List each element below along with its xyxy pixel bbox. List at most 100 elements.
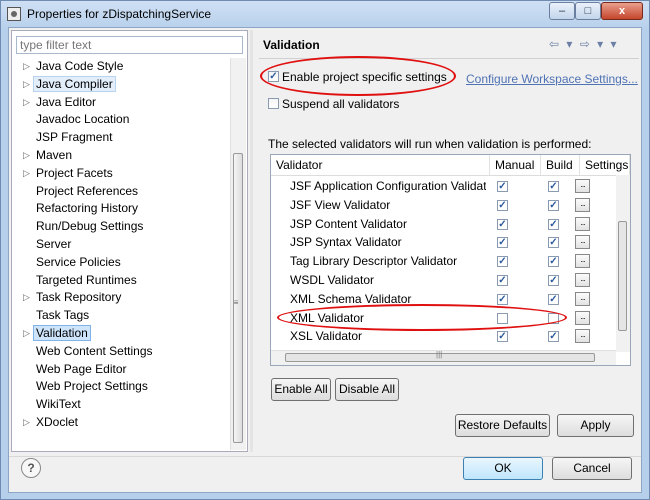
expand-arrow-icon[interactable]: ▷ <box>23 165 30 183</box>
expand-arrow-icon[interactable]: ▷ <box>23 289 30 307</box>
tree-item[interactable]: Project References <box>12 183 232 201</box>
build-checkbox[interactable]: ✓ <box>548 275 559 286</box>
tree-item[interactable]: JSP Fragment <box>12 129 232 147</box>
table-row[interactable]: JSF View Validator ✓ ✓... <box>271 196 616 215</box>
scroll-grip-icon: ≡ <box>233 298 239 307</box>
tree-item[interactable]: WikiText <box>12 396 232 414</box>
apply-button[interactable]: Apply <box>557 414 634 437</box>
manual-checkbox[interactable]: ✓ <box>497 218 508 230</box>
tree-item-label: Service Policies <box>36 254 121 269</box>
table-vertical-scrollbar[interactable] <box>616 175 630 352</box>
build-checkbox[interactable]: ✓ <box>548 199 559 211</box>
column-header-manual[interactable]: Manual <box>490 155 541 175</box>
help-icon[interactable]: ? <box>21 458 41 478</box>
settings-button[interactable]: ... <box>575 329 590 344</box>
page-nav-arrows-icon[interactable]: ⇦ ▾ ⇨ ▾ ▾ <box>549 37 619 51</box>
preference-tree: ▷ Java Code Style ▷ Java Compiler ▷ Java Edit… <box>12 58 232 432</box>
pane-sash[interactable] <box>250 30 253 452</box>
suspend-all-checkbox[interactable] <box>268 98 279 109</box>
expand-arrow-icon[interactable]: ▷ <box>23 94 30 112</box>
tree-item[interactable]: Web Project Settings <box>12 378 232 396</box>
tree-item[interactable]: Targeted Runtimes <box>12 272 232 290</box>
manual-checkbox[interactable]: ✓ <box>497 275 508 286</box>
manual-checkbox[interactable]: ✓ <box>497 181 508 192</box>
table-header: Validator Manual Build Settings <box>271 155 630 176</box>
build-checkbox[interactable]: ✓ <box>548 237 559 249</box>
column-header-build[interactable]: Build <box>541 155 580 175</box>
manual-checkbox[interactable]: ✓ <box>497 293 508 305</box>
tree-item[interactable]: Refactoring History <box>12 200 232 218</box>
tree-item[interactable]: Task Tags <box>12 307 232 325</box>
settings-button[interactable]: ... <box>575 310 590 325</box>
manual-checkbox[interactable]: ✓ <box>497 331 508 343</box>
tree-item-label: JSP Fragment <box>36 130 113 145</box>
table-row[interactable]: JSP Content Validator ✓ ✓... <box>271 215 616 234</box>
column-header-settings[interactable]: Settings <box>580 155 630 175</box>
manual-checkbox[interactable]: ✓ <box>497 237 508 249</box>
build-checkbox[interactable]: ✓ <box>548 181 559 192</box>
tree-item-label: Run/Debug Settings <box>36 219 144 234</box>
validators-table: Validator Manual Build Settings JSF Appl… <box>270 154 631 366</box>
tree-item-label: Project Facets <box>36 165 113 180</box>
minimize-button[interactable]: – <box>549 2 575 20</box>
tree-item[interactable]: ▷ Validation <box>12 324 232 343</box>
settings-button[interactable]: ... <box>575 235 590 250</box>
cancel-button[interactable]: Cancel <box>552 457 632 480</box>
settings-button[interactable]: ... <box>575 179 590 193</box>
build-checkbox[interactable]: ✓ <box>548 256 559 268</box>
tree-item[interactable]: ▷ Maven <box>12 147 232 165</box>
disable-all-button[interactable]: Disable All <box>335 378 399 401</box>
settings-button[interactable]: ... <box>575 197 590 212</box>
tree-scrollbar[interactable]: ≡ <box>230 58 246 450</box>
tree-item-label: Targeted Runtimes <box>36 272 137 287</box>
restore-defaults-button[interactable]: Restore Defaults <box>455 414 550 437</box>
table-vscroll-thumb[interactable] <box>618 221 627 331</box>
table-hscroll-thumb[interactable]: ||| <box>285 350 595 362</box>
expand-arrow-icon[interactable]: ▷ <box>23 325 30 343</box>
tree-item-label: XDoclet <box>36 414 79 429</box>
settings-button[interactable]: ... <box>575 273 590 287</box>
maximize-button[interactable]: □ <box>575 2 601 20</box>
expand-arrow-icon[interactable]: ▷ <box>23 76 30 94</box>
tree-item[interactable]: ▷ Java Code Style <box>12 58 232 76</box>
tree-item[interactable]: ▷ Java Editor <box>12 94 232 112</box>
manual-checkbox[interactable]: ✓ <box>497 256 508 268</box>
tree-item[interactable]: Run/Debug Settings <box>12 218 232 236</box>
table-row[interactable]: JSP Syntax Validator ✓ ✓... <box>271 233 616 252</box>
expand-arrow-icon[interactable]: ▷ <box>23 147 30 165</box>
ok-button[interactable]: OK <box>463 457 543 480</box>
build-checkbox[interactable]: ✓ <box>548 218 559 230</box>
tree-item-label: Java Compiler <box>33 75 116 92</box>
tree-item[interactable]: Javadoc Location <box>12 111 232 129</box>
build-checkbox[interactable]: ✓ <box>548 331 559 343</box>
configure-workspace-link[interactable]: Configure Workspace Settings... <box>466 72 638 86</box>
page-title: Validation <box>263 38 320 52</box>
tree-item[interactable]: ▷ XDoclet <box>12 414 232 432</box>
title-bar[interactable]: Properties for zDispatchingService – □ x <box>1 1 649 27</box>
table-horizontal-scrollbar[interactable]: ||| <box>271 350 616 365</box>
tree-item[interactable]: ▷ Task Repository <box>12 289 232 307</box>
table-row[interactable]: Tag Library Descriptor Validator ✓ ✓... <box>271 252 616 271</box>
table-row[interactable]: JSF Application Configuration Validator ✓… <box>271 177 616 196</box>
filter-input[interactable]: type filter text <box>16 36 243 54</box>
tree-item[interactable]: Web Content Settings <box>12 343 232 361</box>
tree-item[interactable]: ▷ Project Facets <box>12 165 232 183</box>
tree-item-label: Maven <box>36 147 73 162</box>
tree-item[interactable]: Server <box>12 236 232 254</box>
enable-all-button[interactable]: Enable All <box>271 378 331 401</box>
manual-checkbox[interactable]: ✓ <box>497 199 508 211</box>
tree-item-label: Web Project Settings <box>36 379 148 394</box>
settings-button[interactable]: ... <box>575 254 590 269</box>
build-checkbox[interactable]: ✓ <box>548 293 559 305</box>
column-header-validator[interactable]: Validator <box>271 155 490 175</box>
tree-item[interactable]: Web Page Editor <box>12 361 232 379</box>
close-button[interactable]: x <box>601 2 643 20</box>
tree-item[interactable]: ▷ Java Compiler <box>12 75 232 94</box>
expand-arrow-icon[interactable]: ▷ <box>23 414 30 432</box>
tree-item[interactable]: Service Policies <box>12 254 232 272</box>
settings-button[interactable]: ... <box>575 291 590 306</box>
validator-name: JSP Content Validator <box>290 216 407 231</box>
table-row[interactable]: WSDL Validator ✓ ✓... <box>271 271 616 290</box>
settings-button[interactable]: ... <box>575 216 590 231</box>
expand-arrow-icon[interactable]: ▷ <box>23 58 30 76</box>
